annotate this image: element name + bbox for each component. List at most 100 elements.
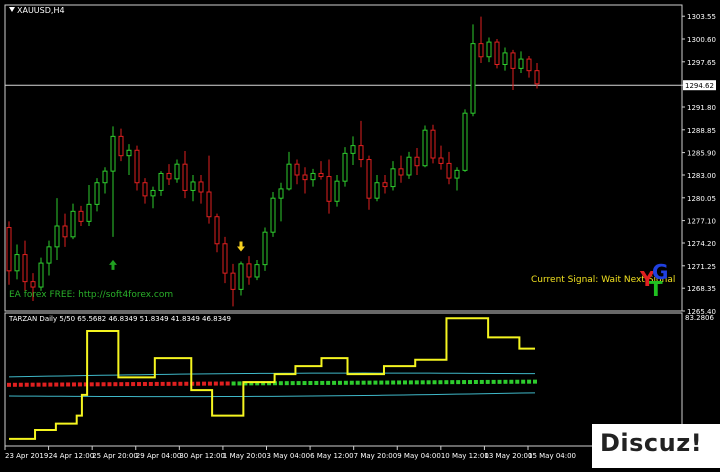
trend-dot [107, 382, 112, 387]
candle-body [278, 188, 284, 199]
trend-dot [7, 382, 11, 387]
trend-dot [160, 381, 165, 386]
candle-body [214, 216, 220, 245]
trend-dot [166, 381, 171, 386]
candle-body [158, 172, 164, 191]
trend-dot [196, 381, 201, 386]
candle-body [438, 157, 444, 164]
current-price-label: 1294.62 [685, 82, 714, 90]
trend-dot [225, 381, 230, 386]
trend-dot [397, 380, 402, 385]
candle-body [238, 263, 244, 290]
candle-body [38, 262, 44, 288]
trend-dot [125, 382, 130, 387]
trend-dot [337, 380, 342, 385]
candle-body [270, 197, 276, 233]
trend-dot [178, 381, 183, 386]
price-axis-label: 1271.25 [687, 263, 716, 271]
candle-body [334, 180, 340, 202]
candle-body [110, 135, 116, 172]
trend-dot [426, 380, 431, 385]
trend-dot [219, 381, 224, 386]
trend-dot [119, 382, 124, 387]
indicator-pane-frame [4, 312, 683, 447]
trend-dot [521, 379, 526, 384]
trend-dot [131, 382, 136, 387]
trend-dot [414, 380, 419, 385]
candle-body [70, 210, 76, 238]
trend-dot [515, 379, 520, 384]
logo-letter-t: T [649, 277, 663, 301]
price-axis-label: 1280.05 [687, 195, 716, 203]
candle-body [62, 225, 68, 238]
trend-dot [385, 380, 390, 385]
trend-dot [503, 379, 508, 384]
candle-body [406, 156, 412, 176]
candle-body [94, 182, 100, 205]
candle-body [414, 156, 420, 167]
price-chart[interactable]: 1303.55 1300.60 1297.65 1291.80 1288.85 1285.… [0, 0, 720, 468]
trend-dot [231, 381, 236, 386]
candle-body [54, 225, 60, 248]
price-axis-label: 1291.80 [687, 104, 716, 112]
ea-forex-link[interactable]: EA forex FREE: http://soft4forex.com [9, 290, 173, 301]
trend-dot [184, 381, 189, 386]
candle-body [302, 174, 308, 181]
price-axis-label: 1285.90 [687, 150, 716, 158]
trend-dot [24, 382, 29, 387]
price-axis-label: 1274.20 [687, 240, 716, 248]
indicator-axis-max-label: 83.2806 [685, 314, 714, 322]
candle-body [222, 243, 228, 274]
trend-dot [66, 382, 71, 387]
time-axis-label: 7 May 20:00 [354, 452, 398, 460]
trend-dot [332, 380, 337, 385]
candle-body [150, 189, 156, 197]
chart-canvas[interactable]: 1303.55 1300.60 1297.65 1291.80 1288.85 1285.… [0, 0, 720, 468]
candle-body [390, 168, 396, 188]
trend-dot [42, 382, 47, 387]
trend-dot [485, 379, 490, 384]
trend-dot [207, 381, 212, 386]
candle-body [494, 41, 500, 65]
candle-body [398, 168, 404, 176]
buy-arrow-icon [109, 259, 117, 270]
trend-dot [438, 380, 443, 385]
time-axis-label: 13 May 20:00 [484, 452, 532, 460]
price-axis-label: 1303.55 [687, 13, 716, 21]
candle-body [454, 169, 460, 179]
ygt-logo-icon: Y G T [636, 262, 670, 302]
candle-body [102, 170, 108, 184]
time-axis-label: 24 Apr 12:00 [49, 452, 95, 460]
candle-body [14, 254, 20, 272]
candle-body [206, 191, 212, 218]
time-axis-label: 6 May 12:00 [310, 452, 354, 460]
trend-dot [302, 381, 307, 386]
candle-body [510, 52, 516, 69]
trend-dot [290, 381, 295, 386]
candle-body [350, 145, 356, 154]
watermark-text: Discuz! [600, 429, 703, 457]
candle-body [230, 272, 236, 290]
trend-dot [137, 382, 142, 387]
trend-dot [18, 382, 23, 387]
trend-dot [408, 380, 413, 385]
trend-dot [12, 382, 17, 387]
trend-dot [113, 382, 118, 387]
price-axis-label: 1268.35 [687, 285, 716, 293]
trend-dot [361, 380, 366, 385]
trend-dot [48, 382, 53, 387]
trend-dot [379, 380, 384, 385]
trend-dot [326, 380, 331, 385]
candle-body [134, 149, 140, 184]
time-axis-label: 1 May 20:00 [223, 452, 267, 460]
time-axis-label: 3 May 04:00 [267, 452, 311, 460]
candle-body [478, 43, 484, 58]
trend-dot [36, 382, 41, 387]
trend-dot [172, 381, 177, 386]
trend-dot [308, 381, 313, 386]
candle-body [294, 163, 300, 176]
price-axis-label: 1277.10 [687, 218, 716, 226]
trend-dot [237, 381, 242, 386]
trend-dot [355, 380, 360, 385]
time-axis-label: 25 Apr 20:00 [92, 452, 138, 460]
